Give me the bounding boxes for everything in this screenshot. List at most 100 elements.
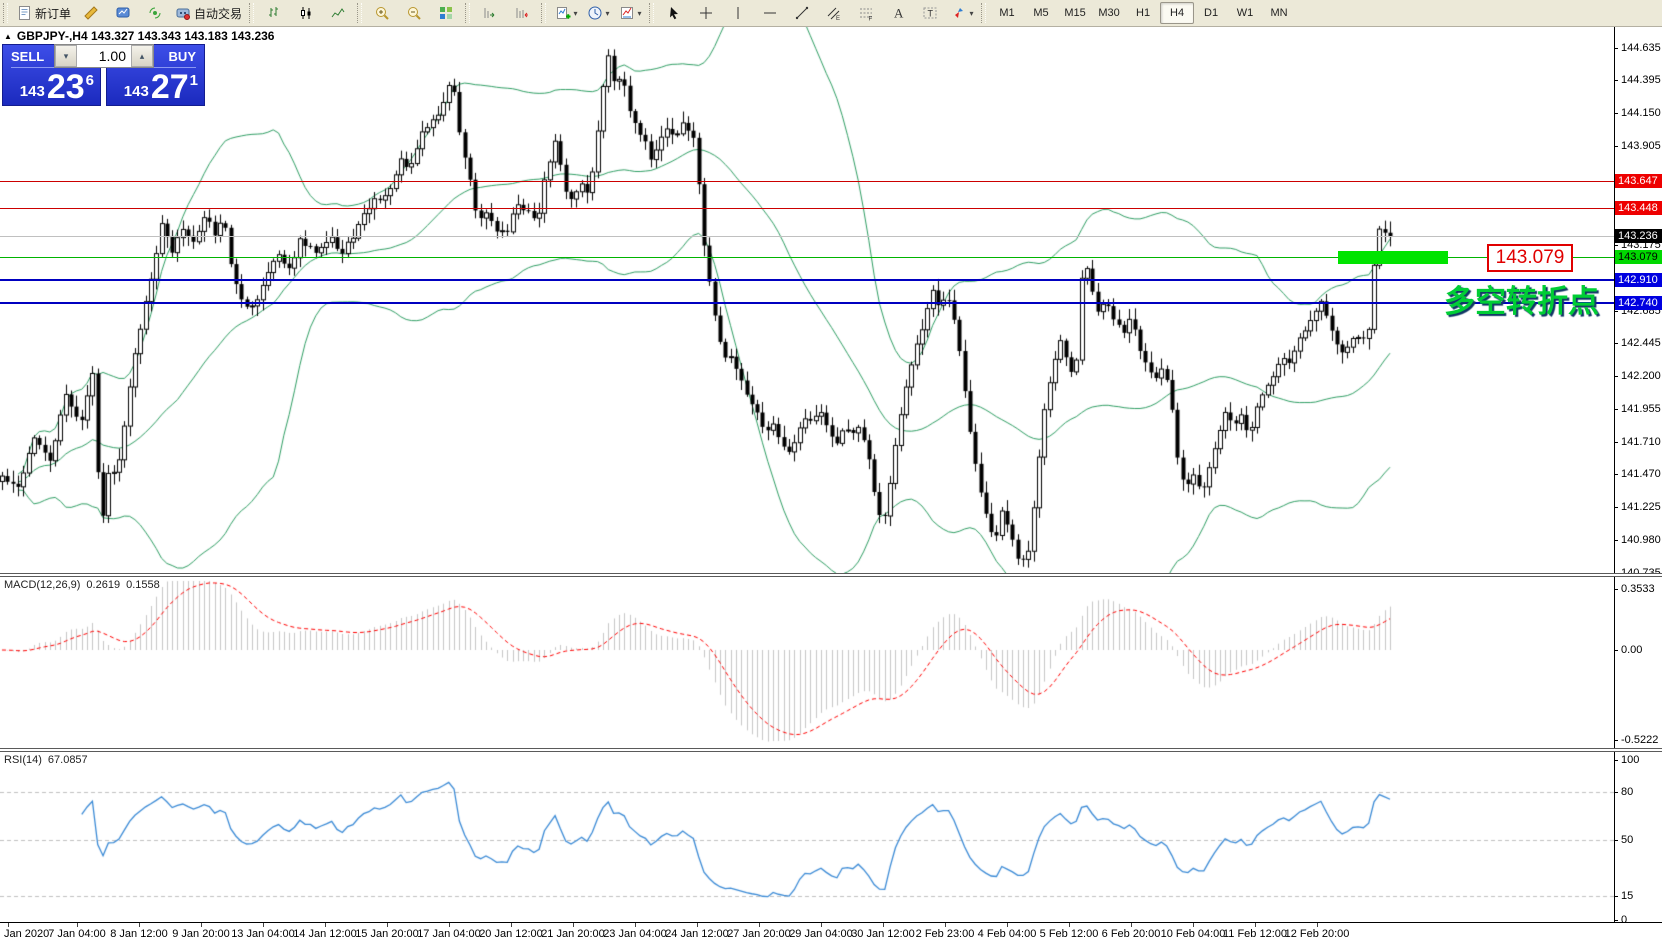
macd-canvas[interactable]	[0, 577, 1614, 748]
rsi-tick	[1614, 920, 1618, 921]
volume-decrease-button[interactable]: ▾	[55, 45, 77, 67]
toolbar-drag-handle	[541, 3, 546, 23]
timeframe-d1-button[interactable]: D1	[1194, 2, 1228, 24]
rsi-tick-label: 80	[1621, 786, 1633, 798]
text-button[interactable]: A	[882, 1, 914, 25]
one-click-trading-panel: SELL 143 23 6 BUY 143 27 1 ▾ 1.00 ▴	[2, 44, 205, 106]
auto-scroll-button[interactable]	[474, 1, 506, 25]
periods-button[interactable]: ▾	[582, 1, 614, 25]
time-label: 7 Jan 04:00	[48, 928, 106, 940]
new-order-button[interactable]: 新订单	[12, 1, 75, 25]
time-label: 30 Jan 12:00	[851, 928, 915, 940]
timeframe-w1-button[interactable]: W1	[1228, 2, 1262, 24]
autotrading-button[interactable]: 自动交易	[171, 1, 246, 25]
metaeditor-button[interactable]	[75, 1, 107, 25]
macd-tick-label: 0.00	[1621, 644, 1642, 656]
templates-button[interactable]: ▾	[614, 1, 646, 25]
line-chart-button[interactable]	[322, 1, 354, 25]
horizontal-line-143.647[interactable]	[0, 181, 1614, 182]
symbol-ohlc-text: GBPJPY-,H4 143.327 143.343 143.183 143.2…	[17, 29, 275, 43]
price-axis[interactable]: 144.635144.395144.150143.905143.660143.4…	[1614, 26, 1662, 922]
rsi-canvas[interactable]	[0, 752, 1614, 922]
timeframe-mn-button[interactable]: MN	[1262, 2, 1296, 24]
buy-price: 143 27 1	[111, 71, 198, 103]
candlestick-chart-button[interactable]	[290, 1, 322, 25]
horizontal-line-143.236[interactable]	[0, 236, 1614, 237]
price-callout-label[interactable]: 143.079	[1487, 244, 1573, 272]
fibonacci-button[interactable]: F	[850, 1, 882, 25]
symbol-info: ▲ GBPJPY-,H4 143.327 143.343 143.183 143…	[4, 29, 274, 43]
toolbar: 新订单 自动交易 ▾ ▾ ▾ E FA T ▾ M1M5M15M30H1H4D1W1MN	[0, 0, 1662, 27]
svg-text:E: E	[836, 16, 840, 21]
trendline-button[interactable]	[786, 1, 818, 25]
time-axis[interactable]: Jan 20207 Jan 04:008 Jan 12:009 Jan 20:0…	[0, 922, 1662, 947]
label-icon: T	[922, 5, 938, 21]
time-tick	[1069, 923, 1070, 927]
price-tick	[1614, 80, 1618, 81]
chart-shift-button[interactable]	[506, 1, 538, 25]
pane-separator-macd[interactable]	[0, 573, 1662, 577]
bar-chart-button[interactable]	[258, 1, 290, 25]
cursor-button[interactable]	[658, 1, 690, 25]
price-tick	[1614, 507, 1618, 508]
highlight-rectangle[interactable]	[1338, 251, 1448, 264]
zoom-out-icon	[406, 5, 422, 21]
toolbar-drag-handle	[357, 3, 362, 23]
turning-point-text[interactable]: 多空转折点	[1444, 276, 1599, 321]
market-button[interactable]	[107, 1, 139, 25]
price-tick-label: 141.470	[1621, 468, 1661, 480]
text-icon: A	[890, 5, 906, 21]
volume-increase-button[interactable]: ▴	[131, 45, 153, 67]
timeframe-h4-button[interactable]: H4	[1160, 2, 1194, 24]
pane-separator-rsi[interactable]	[0, 748, 1662, 752]
time-label: 2 Feb 23:00	[916, 928, 975, 940]
time-tick	[139, 923, 140, 927]
time-tick	[945, 923, 946, 927]
price-chart-canvas[interactable]	[0, 26, 1614, 573]
time-tick	[201, 923, 202, 927]
price-tick	[1614, 48, 1618, 49]
svg-text:T: T	[928, 9, 934, 19]
price-tag-143.079: 143.079	[1615, 250, 1662, 264]
horizontal-line-142.91[interactable]	[0, 279, 1614, 281]
timeframe-m15-button[interactable]: M15	[1058, 2, 1092, 24]
chevron-down-icon: ▾	[574, 9, 578, 18]
horizontal-line-142.74[interactable]	[0, 302, 1614, 304]
time-tick	[1007, 923, 1008, 927]
text-label-button[interactable]: T	[914, 1, 946, 25]
time-label: 17 Jan 04:00	[417, 928, 481, 940]
price-tick	[1614, 311, 1618, 312]
sell-price: 143 23 6	[7, 71, 94, 103]
vertical-line-button[interactable]	[722, 1, 754, 25]
horizontal-line-143.448[interactable]	[0, 208, 1614, 209]
crosshair-button[interactable]	[690, 1, 722, 25]
time-label: 10 Feb 04:00	[1161, 928, 1226, 940]
fibo-icon: F	[858, 5, 874, 21]
indicators-button[interactable]: ▾	[550, 1, 582, 25]
horizontal-line-button[interactable]	[754, 1, 786, 25]
price-tick	[1614, 442, 1618, 443]
signals-button[interactable]	[139, 1, 171, 25]
timeframe-h1-button[interactable]: H1	[1126, 2, 1160, 24]
volume-input[interactable]: 1.00	[77, 45, 131, 67]
timeframe-m30-button[interactable]: M30	[1092, 2, 1126, 24]
zoom-out-button[interactable]	[398, 1, 430, 25]
tile-windows-button[interactable]	[430, 1, 462, 25]
equidistant-channel-button[interactable]: E	[818, 1, 850, 25]
timeframe-m5-button[interactable]: M5	[1024, 2, 1058, 24]
price-tick	[1614, 343, 1618, 344]
toolbar-drag-handle	[249, 3, 254, 23]
rsi-tick-label: 50	[1621, 834, 1633, 846]
time-tick	[697, 923, 698, 927]
chevron-down-icon: ▾	[606, 9, 610, 18]
time-label: 15 Jan 20:00	[355, 928, 419, 940]
channel-icon: E	[826, 5, 842, 21]
rsi-tick	[1614, 760, 1618, 761]
zoom-in-button[interactable]	[366, 1, 398, 25]
toolbar-drag-handle	[465, 3, 470, 23]
macd-tick-label: 0.3533	[1621, 583, 1655, 595]
arrows-button[interactable]: ▾	[946, 1, 978, 25]
line-chart-icon	[330, 5, 346, 21]
time-tick	[77, 923, 78, 927]
timeframe-m1-button[interactable]: M1	[990, 2, 1024, 24]
